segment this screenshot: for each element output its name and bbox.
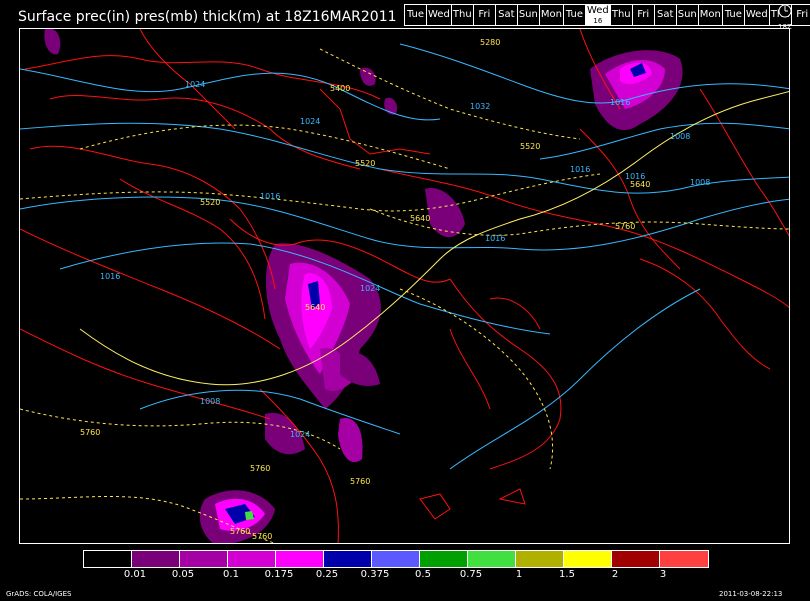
pressure-label: 1008	[200, 397, 220, 406]
day-cell: Sun	[676, 5, 698, 25]
colorbar-labels: 0.01 0.05 0.1 0.175 0.25 0.375 0.5 0.75 1 1.5 2 3	[83, 569, 726, 583]
day-label: Sat	[498, 9, 515, 20]
forecast-day-strip: Tue Wed Thu Fri Sat Sun Mon Tue Wed 16 Thu Fri Sat Su…	[404, 4, 810, 26]
map-title: Surface prec(in) pres(mb) thick(m) at 18…	[18, 9, 397, 25]
day-label: Fri	[478, 9, 491, 20]
day-cell: Fri	[632, 5, 654, 25]
pressure-label: 1024	[300, 117, 320, 126]
day-cell: Sat	[654, 5, 676, 25]
day-cell: Mon	[698, 5, 722, 25]
day-cell: Fri	[791, 5, 810, 25]
weather-map: 1024 1024 1032 1016 1016 1024 1016 1016 1016 1008…	[19, 28, 790, 544]
pressure-labels: 1024 1024 1032 1016 1016 1024 1016 1016 1016 1008…	[100, 80, 710, 439]
day-label: Mon	[699, 9, 721, 20]
pressure-label: 1008	[670, 132, 690, 141]
day-cell: Tue	[405, 5, 426, 25]
thickness-label: 5280	[480, 38, 500, 47]
pressure-label: 1016	[610, 98, 630, 107]
day-label: Thu	[452, 9, 472, 20]
colorbar-tick-label: 0.5	[415, 569, 431, 580]
thickness-label: 5520	[355, 159, 375, 168]
colorbar-tick-label: 1	[515, 569, 523, 580]
clock-icon	[778, 4, 792, 18]
day-label: Sun	[677, 9, 697, 20]
thickness-label: 5640	[630, 180, 650, 189]
colorbar-swatch	[84, 551, 132, 567]
credit-label: GrADS: COLA/IGES	[6, 590, 72, 598]
precip-colorbar	[83, 550, 709, 568]
colorbar-swatch	[180, 551, 228, 567]
colorbar-swatch	[468, 551, 516, 567]
day-cell: Fri	[473, 5, 495, 25]
colorbar-tick-label: 0.75	[459, 569, 483, 580]
colorbar-tick-label: 0.25	[315, 569, 339, 580]
colorbar-tick-label: 0.01	[123, 569, 147, 580]
day-label: Sat	[657, 9, 674, 20]
pressure-label: 1008	[690, 178, 710, 187]
thickness-label: 5760	[350, 477, 370, 486]
day-cell: Wed	[744, 5, 769, 25]
thickness-label: 5400	[330, 84, 350, 93]
day-label: Thu	[611, 9, 631, 20]
colorbar-tick-label: 0.175	[264, 569, 294, 580]
day-label: Fri	[796, 9, 809, 20]
day-cell: Sat	[495, 5, 517, 25]
thickness-label: 5760	[230, 527, 250, 536]
pressure-label: 1024	[360, 284, 380, 293]
thickness-label: 5520	[200, 198, 220, 207]
colorbar-tick-label: 0.1	[223, 569, 239, 580]
colorbar-swatch	[228, 551, 276, 567]
colorbar-tick-label: 1.5	[559, 569, 575, 580]
day-cell: Thu	[610, 5, 632, 25]
pressure-label: 1016	[260, 192, 280, 201]
day-cell: Thu	[451, 5, 473, 25]
day-cell: Mon	[539, 5, 563, 25]
colorbar-swatch	[132, 551, 180, 567]
coastlines	[20, 29, 789, 543]
colorbar-swatch	[420, 551, 468, 567]
day-label: Sun	[518, 9, 538, 20]
isobars	[20, 43, 789, 470]
pressure-label: 1016	[485, 234, 505, 243]
day-label: Wed	[586, 5, 609, 16]
thickness-label: 5520	[520, 142, 540, 151]
pressure-label: 1024	[185, 80, 205, 89]
day-cell: Tue	[563, 5, 585, 25]
day-label: Fri	[637, 9, 650, 20]
day-label: Tue	[406, 9, 425, 20]
pressure-label: 1032	[470, 102, 490, 111]
colorbar-swatch	[612, 551, 660, 567]
pressure-label: 1016	[570, 165, 590, 174]
colorbar-swatch	[564, 551, 612, 567]
thickness-label: 5760	[250, 464, 270, 473]
day-number: 16	[593, 17, 603, 25]
colorbar-tick-label: 0.375	[360, 569, 390, 580]
colorbar-swatch	[660, 551, 708, 567]
colorbar-swatch	[324, 551, 372, 567]
day-label: Tue	[565, 9, 583, 20]
thickness-label: 5760	[252, 532, 272, 541]
day-label: Wed	[745, 9, 768, 20]
timestamp-label: 2011-03-08-22:13	[719, 590, 783, 598]
day-label: Mon	[540, 9, 562, 20]
thickness-label: 5760	[80, 428, 100, 437]
colorbar-swatch	[372, 551, 420, 567]
day-label: Tue	[724, 9, 742, 20]
colorbar-swatch	[276, 551, 324, 567]
map-canvas: 1024 1024 1032 1016 1016 1024 1016 1016 1016 1008…	[20, 29, 789, 543]
colorbar-tick-label: 0.05	[171, 569, 195, 580]
thickness-label: 5640	[410, 214, 430, 223]
thickness-label: 5760	[615, 222, 635, 231]
day-cell: Wed	[427, 5, 451, 25]
day-label: Wed	[428, 9, 450, 20]
colorbar-swatch	[516, 551, 564, 567]
day-cell: Tue	[722, 5, 744, 25]
colorbar-tick-label: 2	[611, 569, 619, 580]
day-cell: Wed 16	[585, 5, 610, 25]
colorbar-tick-label: 3	[659, 569, 667, 580]
pressure-label: 1016	[100, 272, 120, 281]
day-cell: Sun	[517, 5, 539, 25]
pressure-label: 1024	[290, 430, 310, 439]
thickness-label: 5640	[305, 303, 325, 312]
